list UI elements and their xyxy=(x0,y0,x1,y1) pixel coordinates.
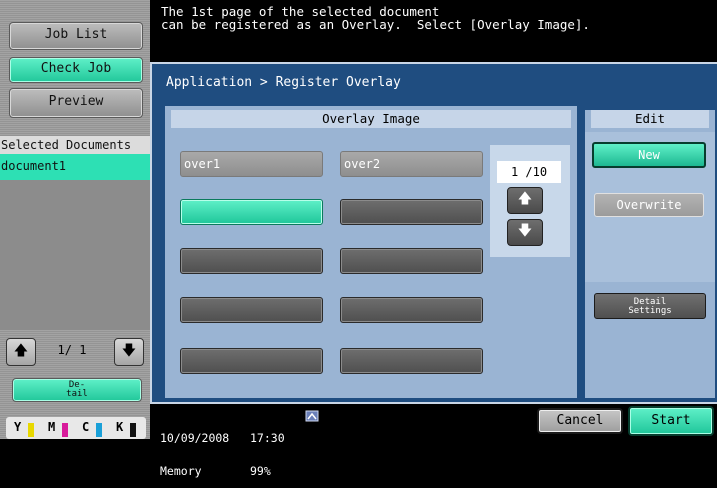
toner-k-label: K xyxy=(116,420,124,434)
document-list-area xyxy=(0,180,150,330)
overlay-slot-4[interactable] xyxy=(340,199,483,225)
overlay-image-header: Overlay Image xyxy=(171,110,571,128)
preview-button[interactable]: Preview xyxy=(9,88,143,118)
new-button[interactable]: New xyxy=(592,142,706,168)
toner-y-label: Y xyxy=(14,420,22,434)
start-button[interactable]: Start xyxy=(628,406,714,436)
overlay-slot-7[interactable] xyxy=(180,297,323,323)
overlay-slot-9[interactable] xyxy=(180,348,323,374)
arrow-down-icon: 🡇 xyxy=(121,343,137,359)
overlay-scroll-down-button[interactable]: 🡇 xyxy=(507,219,543,246)
toner-m-bar xyxy=(62,423,68,437)
selected-documents-title: Selected Documents xyxy=(0,136,150,154)
overlay-slot-1[interactable]: over1 xyxy=(180,151,323,177)
document-pager: 1/ 1 xyxy=(57,343,87,357)
arrow-down-icon: 🡇 xyxy=(517,223,533,239)
network-status-icon xyxy=(305,410,319,422)
page-up-button[interactable]: 🡅 xyxy=(6,338,36,366)
arrow-up-icon: 🡅 xyxy=(517,191,533,207)
toner-c-label: C xyxy=(82,420,90,434)
toner-levels: Y M C K xyxy=(6,417,146,439)
overlay-slot-6[interactable] xyxy=(340,248,483,274)
cancel-button[interactable]: Cancel xyxy=(537,408,623,434)
toner-m-label: M xyxy=(48,420,56,434)
overlay-slot-5[interactable] xyxy=(180,248,323,274)
overlay-slot-10[interactable] xyxy=(340,348,483,374)
detail-label-line2: tail xyxy=(66,389,88,399)
overlay-slot-2[interactable]: over2 xyxy=(340,151,483,177)
toner-y-bar xyxy=(28,423,34,437)
overlay-scroll-up-button[interactable]: 🡅 xyxy=(507,187,543,214)
arrow-up-icon: 🡅 xyxy=(13,343,29,359)
selected-document-item[interactable]: document1 xyxy=(0,154,150,180)
overlay-slot-3[interactable] xyxy=(180,199,323,225)
breadcrumb: Application > Register Overlay xyxy=(166,75,401,90)
instruction-message: The 1st page of the selected document ca… xyxy=(150,0,717,54)
status-datetime: 10/09/2008 17:30 Memory 99% xyxy=(160,411,360,477)
memory-text: Memory 99% xyxy=(160,464,271,478)
page-down-button[interactable]: 🡇 xyxy=(114,338,144,366)
detail-settings-button[interactable]: Detail Settings xyxy=(594,293,706,319)
detail-button[interactable]: De- tail xyxy=(12,378,142,402)
overwrite-button[interactable]: Overwrite xyxy=(594,193,704,217)
overlay-slot-8[interactable] xyxy=(340,297,483,323)
overlay-page-indicator: 1 /10 xyxy=(497,161,561,183)
toner-c-bar xyxy=(96,423,102,437)
toner-k-bar xyxy=(130,423,136,437)
job-list-button[interactable]: Job List xyxy=(9,22,143,50)
check-job-button[interactable]: Check Job xyxy=(9,57,143,83)
edit-header: Edit xyxy=(591,110,709,128)
detail-settings-line2: Settings xyxy=(628,306,672,316)
